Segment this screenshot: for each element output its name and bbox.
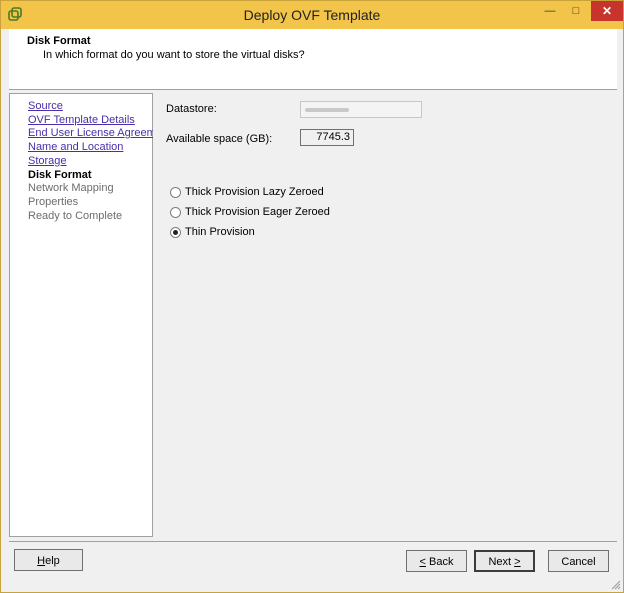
deploy-ovf-window: Deploy OVF Template — □ ✕ Disk Format In… [0, 0, 624, 593]
window-title: Deploy OVF Template [243, 7, 381, 23]
page-title: Disk Format [27, 35, 91, 47]
thick-lazy-label: Thick Provision Lazy Zeroed [185, 186, 324, 198]
datastore-label: Datastore: [166, 103, 217, 115]
thin-provision-label: Thin Provision [185, 226, 255, 238]
back-label: Back [425, 556, 454, 568]
available-space-label: Available space (GB): [166, 133, 273, 145]
thick-eager-label: Thick Provision Eager Zeroed [185, 206, 330, 218]
page-subtitle: In which format do you want to store the… [43, 49, 305, 61]
step-source[interactable]: Source [28, 100, 63, 112]
radio-selected-dot [173, 230, 178, 235]
wizard-header: Disk Format In which format do you want … [9, 29, 617, 90]
next-label: Next [488, 556, 515, 568]
step-storage[interactable]: Storage [28, 155, 67, 167]
next-button[interactable]: Next > [474, 550, 535, 572]
thick-eager-radio[interactable] [170, 207, 181, 218]
step-network-mapping: Network Mapping [28, 182, 114, 194]
close-icon[interactable]: ✕ [591, 1, 623, 21]
back-button[interactable]: < Back [406, 550, 467, 572]
disk-format-content: Datastore: Available space (GB): 7745.3 … [153, 93, 617, 537]
maximize-icon[interactable]: □ [563, 1, 589, 21]
available-space-field: 7745.3 [300, 129, 354, 146]
datastore-field [300, 101, 422, 118]
step-ready-to-complete: Ready to Complete [28, 210, 123, 222]
minimize-icon[interactable]: — [537, 1, 563, 21]
help-mnemonic: H [37, 555, 46, 567]
step-name-and-location[interactable]: Name and Location [28, 141, 123, 153]
footer-divider [9, 541, 617, 542]
help-label: elp [45, 555, 60, 567]
step-disk-format: Disk Format [28, 169, 92, 181]
step-properties: Properties [28, 196, 79, 208]
step-eula[interactable]: End User License Agreement [28, 127, 171, 139]
thick-lazy-radio[interactable] [170, 187, 181, 198]
wizard-steps-panel: Source OVF Template Details End User Lic… [9, 93, 171, 537]
resize-grip-icon[interactable] [611, 580, 621, 590]
cancel-button[interactable]: Cancel [548, 550, 609, 572]
help-button[interactable]: Help [14, 549, 83, 571]
next-mnemonic: > [514, 556, 521, 568]
redacted-datastore-name [305, 108, 349, 112]
thin-provision-radio[interactable] [170, 227, 181, 238]
step-ovf-template-details[interactable]: OVF Template Details [28, 114, 135, 126]
title-bar[interactable]: Deploy OVF Template — □ ✕ [1, 1, 623, 29]
